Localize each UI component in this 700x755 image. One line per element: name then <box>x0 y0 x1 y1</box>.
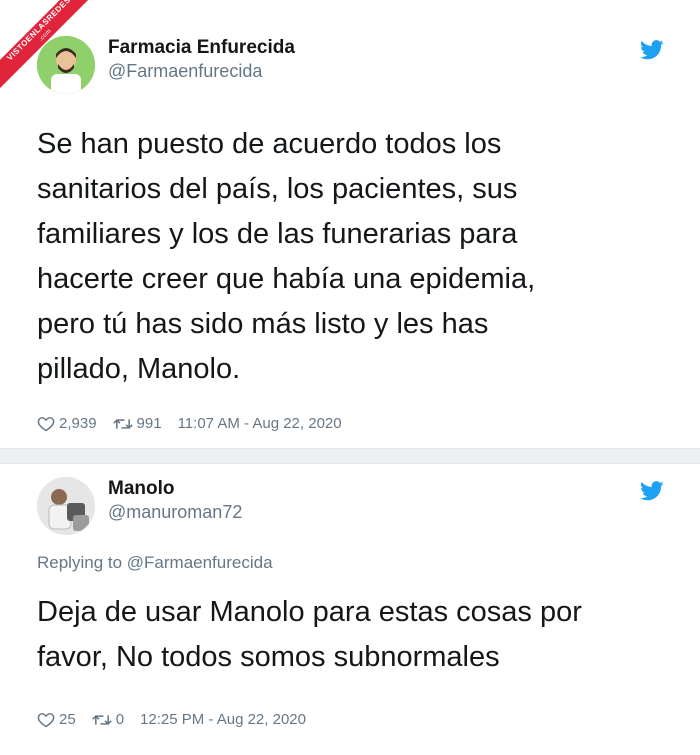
user-handle[interactable]: @manuroman72 <box>108 502 242 523</box>
avatar-photo-icon <box>37 477 95 535</box>
tweet-timestamp[interactable]: 11:07 AM - Aug 22, 2020 <box>178 415 342 432</box>
display-name[interactable]: Manolo <box>108 478 175 500</box>
like-count: 2,939 <box>59 415 97 432</box>
display-name[interactable]: Farmacia Enfurecida <box>108 37 295 59</box>
avatar-illustration-icon <box>37 36 95 94</box>
retweet-button[interactable]: 0 <box>91 711 125 728</box>
user-handle[interactable]: @Farmaenfurecida <box>108 61 262 82</box>
twitter-bird-icon[interactable] <box>640 481 664 501</box>
like-count: 25 <box>59 711 76 728</box>
retweet-icon <box>91 714 112 725</box>
tweet-meta: 2,939 991 11:07 AM - Aug 22, 2020 <box>37 415 342 432</box>
like-button[interactable]: 2,939 <box>37 415 97 432</box>
tweet-divider <box>0 448 700 464</box>
retweet-count: 0 <box>115 711 125 728</box>
retweet-count: 991 <box>136 415 162 432</box>
tweet-meta: 25 0 12:25 PM - Aug 22, 2020 <box>37 711 306 728</box>
retweet-icon <box>112 418 133 429</box>
heart-icon <box>37 416 55 431</box>
twitter-bird-icon[interactable] <box>640 40 664 60</box>
avatar[interactable] <box>37 477 95 535</box>
like-button[interactable]: 25 <box>37 711 76 728</box>
avatar[interactable] <box>37 36 95 94</box>
replying-to[interactable]: Replying to @Farmaenfurecida <box>37 553 273 573</box>
tweet-timestamp[interactable]: 12:25 PM - Aug 22, 2020 <box>140 711 306 728</box>
tweet-text: Se han puesto de acuerdo todos los sanit… <box>37 128 536 385</box>
tweet-text: Deja de usar Manolo para estas cosas por… <box>37 596 582 673</box>
heart-icon <box>37 712 55 727</box>
retweet-button[interactable]: 991 <box>112 415 162 432</box>
